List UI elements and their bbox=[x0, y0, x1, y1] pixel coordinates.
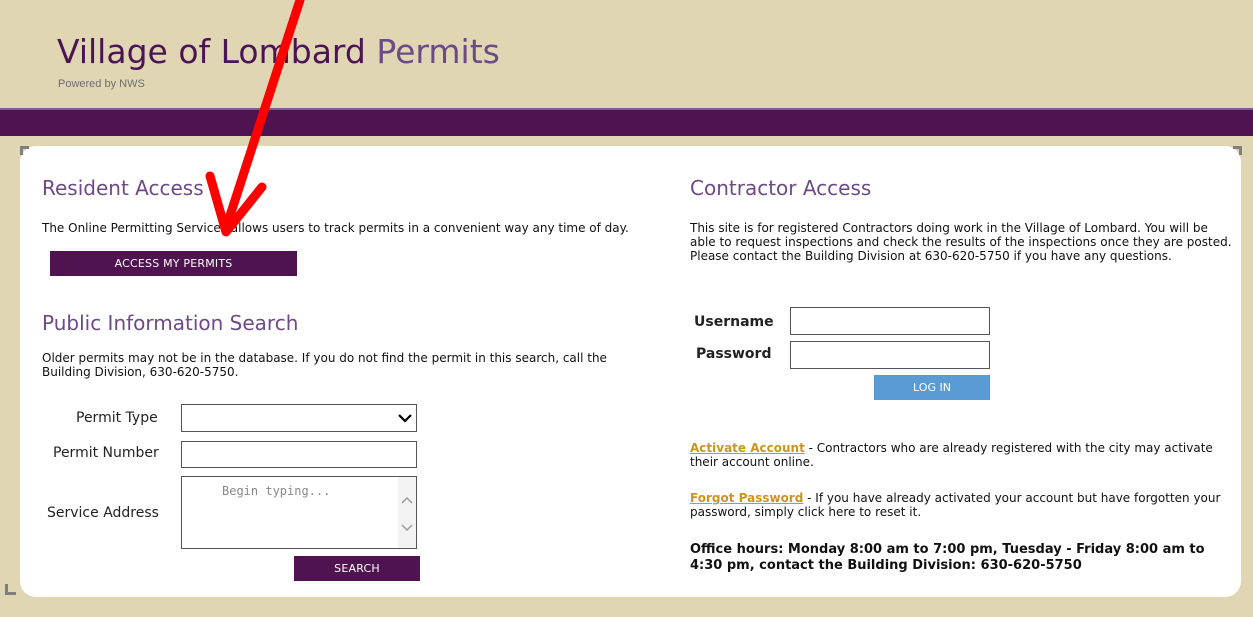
forgot-password-block: Forgot Password - If you have already ac… bbox=[690, 491, 1235, 519]
password-input[interactable] bbox=[790, 341, 990, 369]
service-address-placeholder: Begin typing... bbox=[222, 484, 331, 498]
permit-type-select[interactable] bbox=[181, 404, 417, 432]
service-address-input[interactable]: Begin typing... bbox=[181, 476, 417, 549]
permit-number-input[interactable] bbox=[181, 441, 417, 468]
username-input[interactable] bbox=[790, 307, 990, 335]
chevron-down-icon bbox=[398, 414, 412, 423]
powered-by: Powered by NWS bbox=[58, 78, 145, 90]
search-button[interactable]: SEARCH bbox=[294, 556, 420, 581]
login-button[interactable]: LOG IN bbox=[874, 375, 990, 400]
chevron-up-icon[interactable] bbox=[398, 491, 416, 509]
page-title: Village of Lombard Permits bbox=[57, 32, 500, 72]
office-hours: Office hours: Monday 8:00 am to 7:00 pm,… bbox=[690, 542, 1205, 573]
textarea-scrollbar[interactable] bbox=[398, 477, 416, 548]
public-search-heading: Public Information Search bbox=[42, 311, 299, 335]
chevron-down-icon[interactable] bbox=[398, 519, 416, 537]
site-name: Village of Lombard bbox=[57, 32, 366, 71]
forgot-password-link[interactable]: Forgot Password bbox=[690, 491, 803, 505]
resident-access-heading: Resident Access bbox=[42, 176, 204, 200]
corner-decoration bbox=[1233, 146, 1242, 155]
header: Village of Lombard Permits Powered by NW… bbox=[0, 0, 1253, 108]
contractor-access-text: This site is for registered Contractors … bbox=[690, 221, 1232, 263]
contractor-access-heading: Contractor Access bbox=[690, 176, 872, 200]
corner-decoration bbox=[20, 146, 29, 155]
username-label: Username bbox=[694, 314, 774, 330]
access-my-permits-button[interactable]: ACCESS MY PERMITS bbox=[50, 251, 297, 276]
service-address-label: Service Address bbox=[47, 505, 159, 521]
permit-type-label: Permit Type bbox=[76, 410, 158, 426]
corner-decoration bbox=[5, 584, 16, 595]
site-suffix: Permits bbox=[376, 32, 500, 71]
activate-account-link[interactable]: Activate Account bbox=[690, 441, 805, 455]
public-search-text: Older permits may not be in the database… bbox=[42, 351, 607, 379]
password-label: Password bbox=[696, 346, 772, 362]
permit-number-label: Permit Number bbox=[53, 445, 159, 461]
nav-band bbox=[0, 108, 1253, 136]
resident-access-text: The Online Permitting Services allows us… bbox=[42, 221, 629, 235]
activate-account-block: Activate Account - Contractors who are a… bbox=[690, 441, 1235, 469]
